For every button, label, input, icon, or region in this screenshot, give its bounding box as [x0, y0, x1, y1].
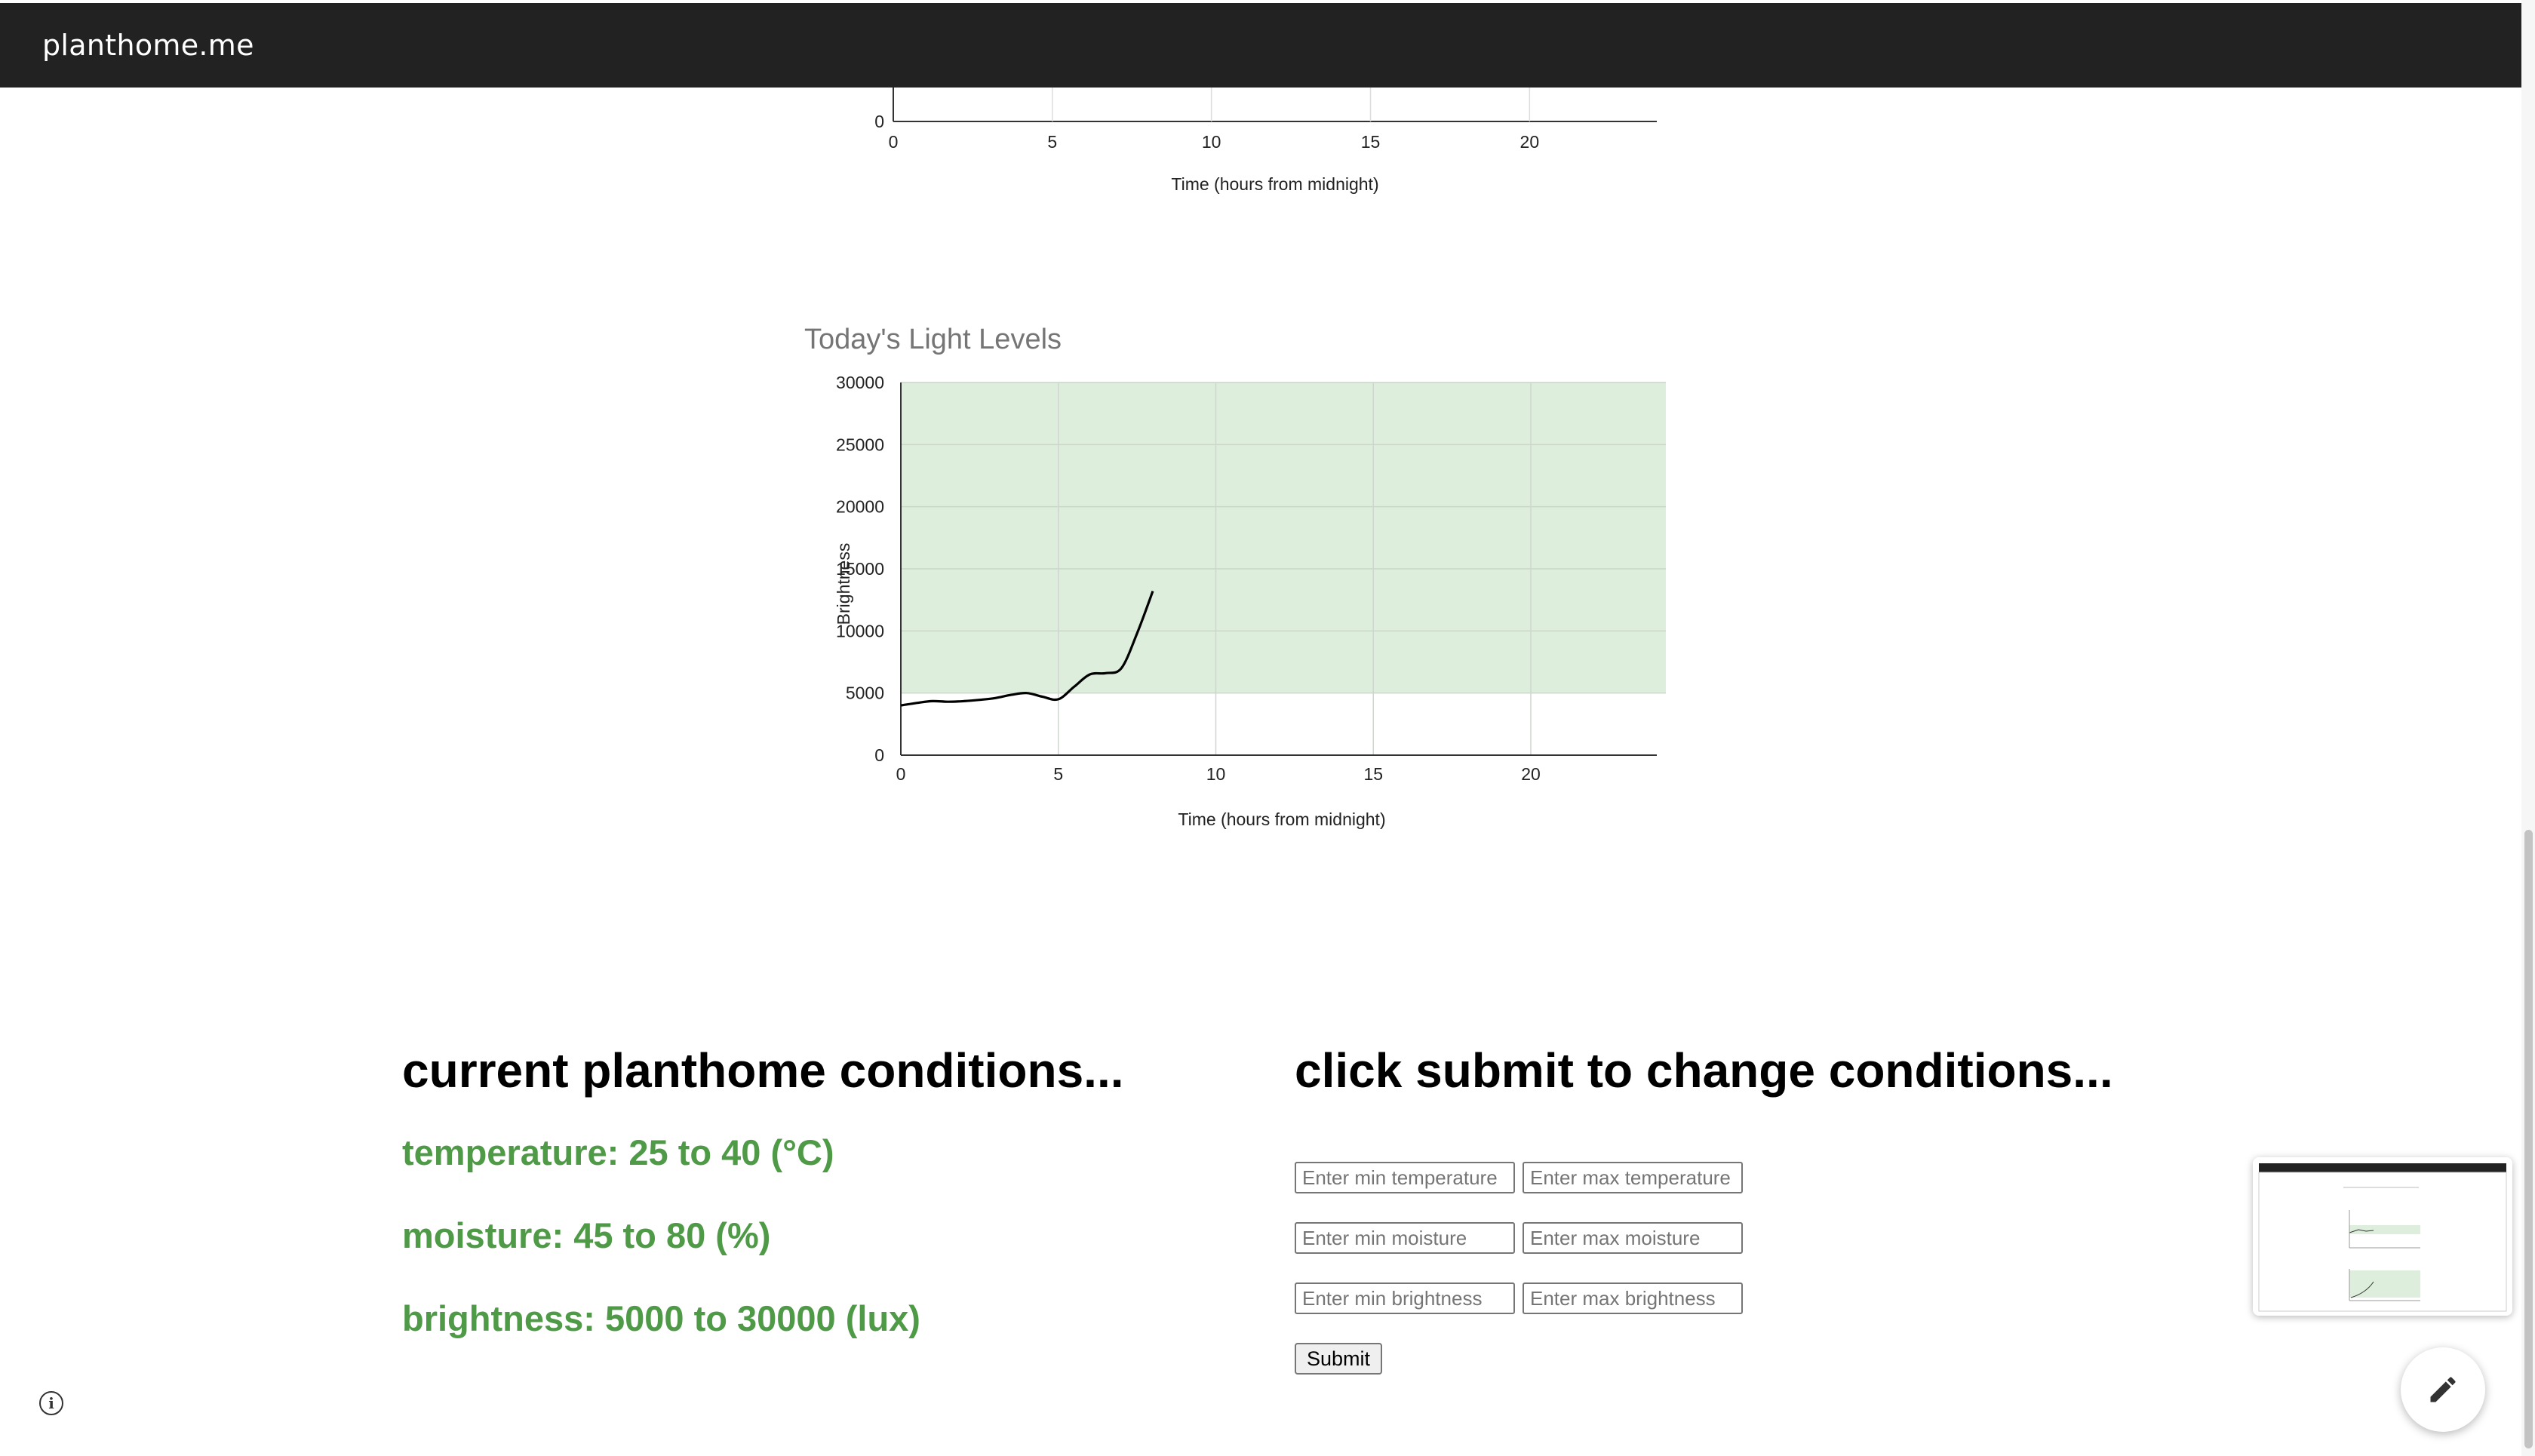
y-tick-label: 30000: [836, 373, 884, 392]
info-glyph: i: [48, 1394, 54, 1412]
chart-title: Today's Light Levels: [804, 324, 1062, 355]
change-conditions-title: click submit to change conditions...: [1295, 1043, 2113, 1098]
target-range-band: [901, 382, 1666, 693]
x-axis-label: Time (hours from midnight): [1178, 809, 1385, 829]
submit-button[interactable]: Submit: [1295, 1343, 1382, 1375]
y-tick-label: 25000: [836, 435, 884, 454]
chart1-x-tick-label: 0: [889, 132, 899, 152]
page-thumbnail-preview[interactable]: [2253, 1157, 2512, 1316]
min-brightness-input[interactable]: [1295, 1282, 1515, 1314]
y-tick-label: 5000: [846, 683, 884, 703]
y-tick-label: 20000: [836, 497, 884, 517]
max-temperature-input[interactable]: [1523, 1162, 1743, 1193]
previous-chart: 0 0 5 10 15 20 Time (hours from midnight): [874, 88, 1657, 194]
chart1-y-tick-label: 0: [874, 112, 884, 131]
max-brightness-input[interactable]: [1523, 1282, 1743, 1314]
site-brand[interactable]: planthome.me: [42, 29, 254, 62]
y-tick-label: 0: [874, 745, 884, 765]
top-navbar: planthome.me: [0, 3, 2521, 88]
min-moisture-input[interactable]: [1295, 1222, 1515, 1254]
max-moisture-input[interactable]: [1523, 1222, 1743, 1254]
pencil-icon: [2430, 1377, 2456, 1402]
min-temperature-input[interactable]: [1295, 1162, 1515, 1193]
x-tick-label: 20: [1521, 764, 1541, 784]
light-levels-chart: Today's Light Levels 0500010000150002000…: [804, 324, 1666, 829]
x-tick-label: 5: [1053, 764, 1063, 784]
brightness-condition: brightness: 5000 to 30000 (lux): [402, 1298, 920, 1338]
x-tick-label: 0: [896, 764, 906, 784]
chart1-x-tick-label: 5: [1047, 132, 1057, 152]
info-icon[interactable]: i: [39, 1391, 63, 1415]
moisture-condition: moisture: 45 to 80 (%): [402, 1215, 771, 1255]
y-axis-label: Brightness: [834, 543, 853, 625]
scrollbar-thumb[interactable]: [2524, 830, 2533, 1448]
x-tick-label: 10: [1206, 764, 1226, 784]
temperature-condition: temperature: 25 to 40 (°C): [402, 1132, 834, 1172]
chart1-x-tick-label: 20: [1520, 132, 1540, 152]
thumbnail-image: [2258, 1163, 2507, 1312]
edit-button[interactable]: [2401, 1347, 2485, 1432]
chart1-x-tick-label: 15: [1361, 132, 1381, 152]
scrollbar-track[interactable]: [2521, 0, 2535, 1456]
x-tick-label: 15: [1363, 764, 1383, 784]
chart1-x-tick-label: 10: [1202, 132, 1221, 152]
chart1-x-axis-label: Time (hours from midnight): [1171, 174, 1378, 194]
current-conditions-title: current planthome conditions...: [402, 1043, 1124, 1098]
